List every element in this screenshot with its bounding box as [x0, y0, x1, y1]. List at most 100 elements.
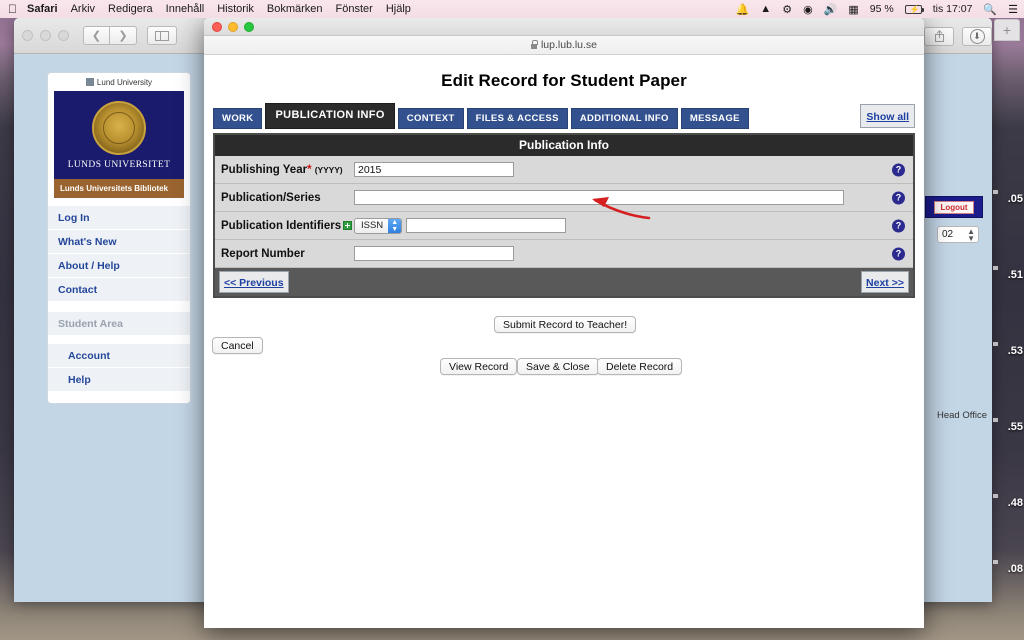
sidebar-item-about-help[interactable]: About / Help	[48, 254, 190, 278]
tab-files-access[interactable]: FILES & ACCESS	[466, 107, 568, 129]
identifier-type-value: ISSN	[361, 220, 384, 231]
battery-icon[interactable]: ⚡	[904, 4, 924, 14]
battery-percent[interactable]: 95 %	[870, 3, 894, 15]
help-icon[interactable]: ?	[892, 163, 905, 176]
sidebar-nav-list: Log In What's New About / Help Contact	[48, 206, 190, 302]
publication-info-panel: Publication Info Publishing Year* (YYYY)…	[213, 133, 915, 298]
save-and-close-button[interactable]: Save & Close	[517, 358, 599, 375]
dialog-action-buttons: Submit Record to Teacher! Cancel View Re…	[204, 316, 924, 386]
edge-number: .05	[1007, 193, 1023, 205]
publishing-year-input[interactable]	[354, 162, 514, 177]
university-crest: LUNDS UNIVERSITET	[54, 91, 184, 179]
list-icon[interactable]: ☰	[1008, 3, 1018, 16]
minimize-icon[interactable]	[40, 30, 51, 41]
share-button[interactable]	[924, 26, 954, 46]
menu-item-arkiv[interactable]: Arkiv	[71, 3, 95, 15]
background-toolbar-right: ⬇	[916, 18, 992, 54]
tab-bar: WORK PUBLICATION INFO CONTEXT FILES & AC…	[204, 103, 924, 129]
zoom-icon[interactable]	[244, 21, 254, 32]
minimize-icon[interactable]	[228, 21, 238, 32]
tab-context[interactable]: CONTEXT	[397, 107, 464, 129]
stepper-arrows-icon[interactable]: ▲ ▼	[967, 228, 975, 243]
sidebar-toggle-button[interactable]	[147, 26, 177, 45]
tab-additional-info[interactable]: ADDITIONAL INFO	[570, 107, 678, 129]
close-icon[interactable]	[22, 30, 33, 41]
volume-icon[interactable]: 🔊	[824, 3, 838, 16]
edge-number: .55	[1007, 421, 1023, 433]
report-number-label: Report Number	[221, 247, 305, 260]
sidebar-section-student-area: Student Area	[48, 312, 190, 336]
tab-message[interactable]: MESSAGE	[680, 107, 749, 129]
dialog-url-bar[interactable]: lup.lub.lu.se	[204, 36, 924, 55]
view-record-button[interactable]: View Record	[440, 358, 518, 375]
logout-button[interactable]: Logout	[925, 196, 983, 218]
delete-record-button[interactable]: Delete Record	[597, 358, 683, 375]
submit-record-button[interactable]: Submit Record to Teacher!	[494, 316, 637, 333]
menu-item-safari[interactable]: Safari	[27, 3, 58, 15]
next-link[interactable]: Next >>	[866, 277, 904, 289]
sidebar-item-account[interactable]: Account	[48, 344, 190, 368]
identifier-type-select[interactable]: ISSN ▲ ▼	[354, 217, 403, 234]
new-tab-button[interactable]: +	[994, 19, 1020, 41]
drive-icon[interactable]: ▲	[760, 3, 771, 15]
edit-record-dialog[interactable]: lup.lub.lu.se Edit Record for Student Pa…	[204, 18, 924, 628]
sidebar-item-help[interactable]: Help	[48, 368, 190, 392]
menu-item-fonster[interactable]: Fönster	[336, 3, 373, 15]
downloads-button[interactable]: ⬇	[962, 26, 992, 46]
sidebar-item-whats-new[interactable]: What's New	[48, 230, 190, 254]
bell-icon[interactable]: 🔔	[736, 3, 750, 16]
help-icon[interactable]: ?	[892, 219, 905, 232]
tab-work[interactable]: WORK	[213, 107, 263, 129]
dropbox-icon[interactable]: ◉	[803, 3, 813, 16]
edge-tick	[993, 342, 998, 346]
panel-nav-bar: << Previous Next >>	[215, 268, 913, 296]
menu-item-innehall[interactable]: Innehåll	[166, 3, 205, 15]
bluetooth-icon[interactable]: ⚙	[782, 3, 792, 16]
chevron-updown-icon[interactable]: ▲ ▼	[388, 218, 402, 233]
help-icon[interactable]: ?	[892, 247, 905, 260]
university-mark-icon	[85, 78, 94, 86]
edge-tick	[993, 560, 998, 564]
publication-identifiers-label-text: Publication Identifiers	[221, 219, 342, 232]
dialog-content: Edit Record for Student Paper WORK PUBLI…	[204, 55, 924, 628]
crest-label: LUNDS UNIVERSITET	[67, 159, 171, 170]
forward-button[interactable]: ❯	[110, 26, 137, 45]
lund-university-sidebar: Lund University LUNDS UNIVERSITET Lunds …	[47, 72, 191, 404]
next-box[interactable]: Next >>	[861, 271, 909, 293]
publication-series-input[interactable]	[354, 190, 844, 205]
clock[interactable]: tis 17:07	[933, 3, 973, 15]
background-window-traffic-lights[interactable]	[22, 30, 69, 41]
publication-identifier-input[interactable]	[406, 218, 567, 233]
required-mark: *	[307, 163, 312, 176]
number-stepper[interactable]: 02 ▲ ▼	[937, 226, 979, 243]
show-all-link[interactable]: Show all	[866, 111, 909, 123]
close-icon[interactable]	[212, 21, 222, 32]
menu-item-historik[interactable]: Historik	[217, 3, 254, 15]
head-office-label: Head Office	[937, 410, 987, 421]
plus-icon[interactable]	[343, 220, 353, 230]
sidebar-item-contact[interactable]: Contact	[48, 278, 190, 302]
chevron-right-icon: ❯	[118, 30, 128, 42]
chevron-left-icon: ❮	[91, 30, 102, 42]
menu-item-hjalp[interactable]: Hjälp	[386, 3, 411, 15]
help-icon[interactable]: ?	[892, 191, 905, 204]
previous-link[interactable]: << Previous	[224, 277, 284, 289]
cancel-button[interactable]: Cancel	[212, 337, 263, 354]
tab-publication-info[interactable]: PUBLICATION INFO	[265, 103, 395, 129]
sidebar-item-log-in[interactable]: Log In	[48, 206, 190, 230]
number-stepper-value: 02	[942, 229, 954, 240]
menu-item-redigera[interactable]: Redigera	[108, 3, 153, 15]
publication-series-label: Publication/Series	[221, 191, 321, 204]
apple-icon[interactable]: 	[8, 3, 17, 15]
library-banner: Lunds Universitets Bibliotek	[54, 179, 184, 198]
report-number-input[interactable]	[354, 246, 514, 261]
display-icon[interactable]: ▦	[848, 3, 858, 16]
lock-icon	[530, 39, 538, 49]
previous-box[interactable]: << Previous	[219, 271, 289, 293]
back-button[interactable]: ❮	[83, 26, 110, 45]
search-icon[interactable]: 🔍	[983, 3, 997, 16]
zoom-icon[interactable]	[58, 30, 69, 41]
show-all-box[interactable]: Show all	[860, 104, 915, 128]
menu-item-bokmarken[interactable]: Bokmärken	[267, 3, 323, 15]
field-row-publication-series: Publication/Series ?	[215, 184, 913, 212]
